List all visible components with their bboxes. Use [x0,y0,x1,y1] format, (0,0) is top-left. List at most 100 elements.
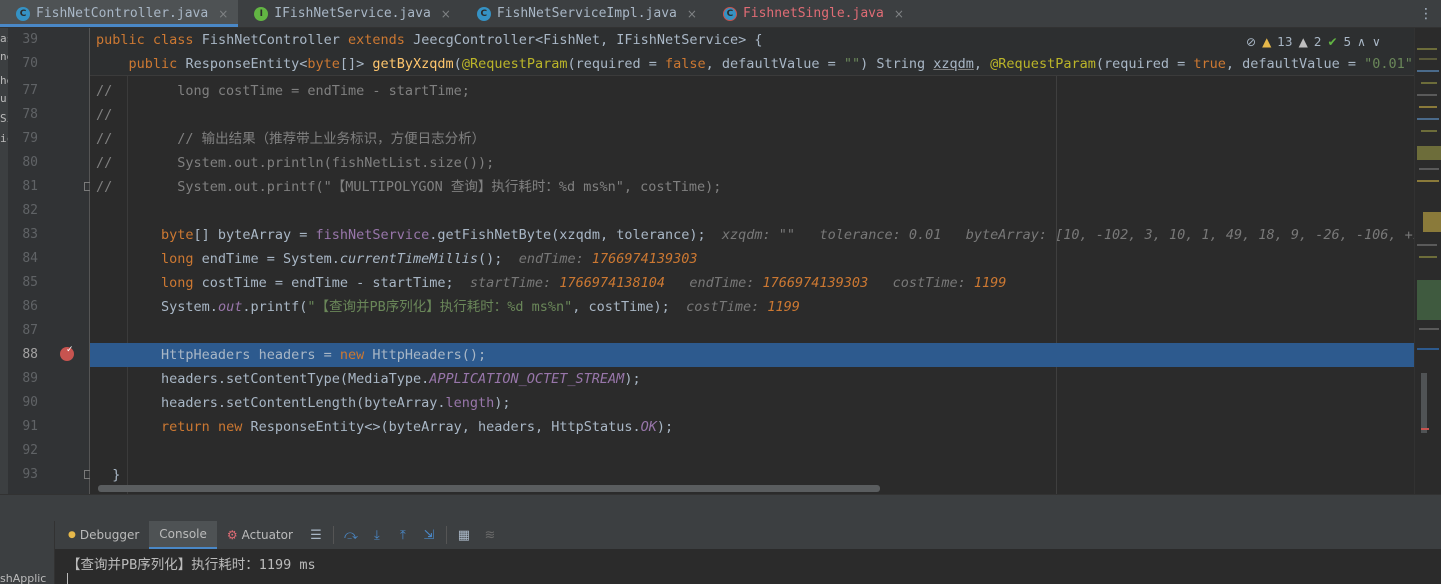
project-fragment: as [0,32,8,45]
code-token: // 输出结果（推荐带上业务标识，方便日志分析） [112,131,486,147]
tab-label: Actuator [241,528,293,542]
minimap-mark [1421,130,1437,132]
code-line-39: public class FishNetController extends J… [96,28,763,52]
code-line-84: long endTime = System.currentTimeMillis(… [96,247,697,271]
menu-icon[interactable]: ☰ [303,524,329,546]
line-number: 85 [22,275,38,290]
run-to-cursor-icon[interactable]: ⇲ [416,524,442,546]
code-line-77: // long costTime = endTime - startTime; [96,79,470,103]
line-number: 79 [22,131,38,146]
tab-actuator[interactable]: ⚙ Actuator [217,521,303,549]
line-number: 83 [22,227,38,242]
tab-fishnetserviceimpl[interactable]: C FishNetServiceImpl.java × [461,0,707,27]
code-line-90: headers.setContentLength(byteArray.lengt… [96,391,511,415]
minimap-mark [1419,168,1439,170]
code-token: byte [161,227,194,243]
code-token: endTime = System. [193,251,340,267]
project-fragment: ic [0,132,8,145]
debug-panel-header [0,494,1441,521]
step-over-icon[interactable]: ⤼ [338,524,364,546]
next-highlight-button[interactable]: ∨ [1372,35,1381,49]
line-number: 82 [22,203,38,218]
minimap-mark [1419,106,1437,108]
console-output[interactable]: 【查询并PB序列化】执行耗时：1199 ms [55,549,1441,584]
close-icon[interactable]: × [218,7,228,21]
project-fragment: he [0,74,8,87]
evaluate-icon[interactable]: ▦ [451,524,477,546]
tab-label: Debugger [79,528,140,542]
code-token: // [96,107,113,123]
code-token: ); [624,371,641,387]
inline-debug-key: costTime: [892,275,974,291]
code-token: FishNetController [201,32,340,48]
code-token: (); [478,251,503,267]
inline-debug-value: 0.01 [908,227,942,243]
code-token: @RequestParam [990,56,1096,72]
console-caret [67,573,68,584]
code-token: headers.setContentLength(byteArray. [161,395,446,411]
inline-debug-key: startTime: [469,275,560,291]
code-line-85: long costTime = endTime - startTime; sta… [96,271,1006,295]
console-line: 【查询并PB序列化】执行耗时：1199 ms [67,557,316,573]
code-line-79: // // 输出结果（推荐带上业务标识，方便日志分析） [96,127,485,151]
close-icon[interactable]: × [894,7,904,21]
editor-tab-bar: C FishNetController.java × I IFishNetSer… [0,0,1441,28]
trace-icon[interactable]: ≋ [477,524,503,546]
code-line-78: // [96,103,112,127]
warning-icon: ▲ [1262,35,1272,49]
minimap-viewport[interactable] [1421,373,1427,433]
error-stripe[interactable] [1414,28,1441,494]
inspection-widget[interactable]: ⊘ ▲ 13 ▲ 2 ✔ 5 ∧ ∨ [1246,33,1381,51]
horizontal-scrollbar[interactable] [98,485,880,492]
code-token: , [973,56,991,72]
close-icon[interactable]: × [687,7,697,21]
code-token: // [96,83,113,99]
close-icon[interactable]: × [441,7,451,21]
line-number: 92 [22,443,38,458]
step-into-icon[interactable]: ⤓ [364,524,390,546]
code-token: return [161,419,210,435]
previous-highlight-button[interactable]: ∧ [1357,35,1366,49]
tab-label: FishnetSingle.java [742,6,884,21]
tab-console[interactable]: Console [149,521,217,549]
code-token: extends [348,32,405,48]
inline-debug-value: 1766974139303 [762,275,869,291]
code-token: , defaultValue = [705,56,844,72]
interface-icon: I [254,6,269,21]
debug-toolbar: ● Debugger Console ⚙ Actuator ☰ ⤼ ⤓ ⤒ ⇲ … [0,521,1441,549]
code-token: [] byteArray = [193,227,316,243]
tab-label: Console [159,527,207,541]
check-icon: ✔ [1327,35,1338,49]
code-token: getByXzqdm [372,56,454,72]
tab-overflow-icon[interactable]: ⋮ [1419,6,1433,22]
code-token: System. [161,299,218,315]
tab-fishnetcontroller[interactable]: C FishNetController.java × [0,0,239,27]
project-fragment: Si [0,112,8,125]
inline-debug-value: [10, -102, 3, 10, 1, 49, 18, 9, -26, -10… [1055,227,1414,243]
code-token: ); [656,419,674,435]
code-token: (required = [567,56,666,72]
code-editor[interactable]: public class FishNetController extends J… [90,28,1414,494]
code-token: length [445,395,495,411]
tab-debugger[interactable]: ● Debugger [58,521,149,549]
tab-ifishnetservice[interactable]: I IFishNetService.java × [238,0,461,27]
code-line-81: // System.out.printf("【MULTIPOLYGON 查询】执… [96,175,721,199]
code-token: APPLICATION_OCTET_STREAM [429,371,625,387]
debug-session-label[interactable]: shApplic [0,572,46,584]
code-token: // [96,179,113,195]
code-token: } [112,467,121,483]
code-token: , costTime); [572,299,670,315]
minimap-mark [1419,256,1437,258]
breakpoint-verified-icon: ✓ [66,345,74,355]
project-panel-strip[interactable]: as ne he ur Si ic [0,28,8,494]
step-out-icon[interactable]: ⤒ [390,524,416,546]
code-token: OK [640,419,657,435]
tab-fishnetsingle[interactable]: C FishnetSingle.java × [707,0,914,27]
minimap-mark [1421,428,1429,430]
line-number: 93 [22,467,38,482]
inline-debug-value: "" [778,227,796,243]
line-number: 84 [22,251,38,266]
code-token: ); [494,395,511,411]
code-token: ) String [860,56,934,72]
reader-mode-icon[interactable]: ⊘ [1246,35,1256,49]
